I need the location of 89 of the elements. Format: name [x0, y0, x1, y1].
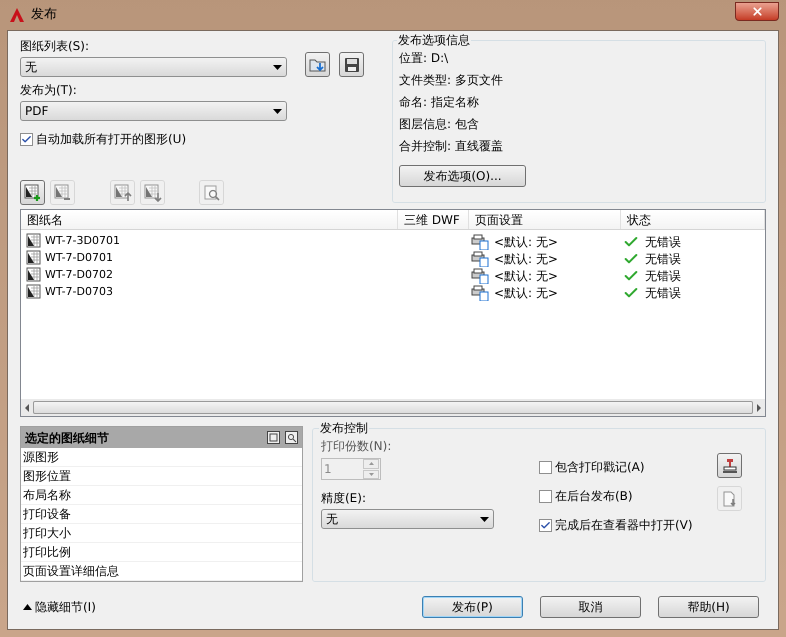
- checkbox[interactable]: [539, 490, 552, 502]
- horizontal-scrollbar[interactable]: [21, 399, 765, 416]
- sheet-name: WT-7-3D0701: [45, 233, 120, 250]
- sheet-down-icon: [144, 184, 162, 202]
- detail-item: 页面设置详细信息: [21, 562, 302, 581]
- up-icon: [368, 462, 374, 466]
- triangle-up-icon: [23, 604, 32, 610]
- detail-item: 源图形: [21, 448, 302, 467]
- checkbox-label: 包含打印戳记(A): [555, 459, 645, 476]
- add-sheet-icon: [24, 184, 42, 202]
- stamp-settings-button[interactable]: [717, 453, 742, 478]
- save-list-button[interactable]: [339, 52, 364, 77]
- details-title: 选定的图纸细节: [25, 430, 110, 446]
- detail-item: 打印大小: [21, 524, 302, 543]
- dropdown[interactable]: 无: [321, 509, 494, 529]
- checkbox-label: 完成后在查看器中打开(V): [555, 517, 693, 534]
- load-list-button[interactable]: [305, 52, 330, 77]
- remove-sheet-icon: [54, 184, 72, 202]
- sheet-up-icon: [114, 184, 132, 202]
- info-line: 命名: 指定名称: [399, 94, 480, 111]
- close-button[interactable]: [735, 2, 779, 20]
- group-title: 发布选项信息: [397, 32, 471, 49]
- save-icon: [344, 56, 360, 72]
- move-up-button[interactable]: [110, 180, 135, 205]
- detail-item: 打印设备: [21, 505, 302, 524]
- preview-icon: [285, 431, 298, 444]
- window-icon: [267, 431, 280, 444]
- preview-button[interactable]: [199, 180, 224, 205]
- page-setup-cell-text: <默认: 无>: [494, 284, 558, 302]
- magnifier-icon: [204, 184, 220, 200]
- page-setup-icon: [470, 284, 490, 300]
- scroll-thumb[interactable]: [33, 401, 753, 414]
- export-button[interactable]: [717, 486, 742, 511]
- checkbox-label: 在后台发布(B): [555, 488, 633, 505]
- info-line: 位置: D:\: [399, 50, 450, 67]
- close-icon: [750, 4, 764, 18]
- file-down-icon: [722, 490, 738, 506]
- field-label: 图纸列表(S):: [20, 38, 90, 55]
- detail-item: 打印比例: [21, 543, 302, 562]
- folder-arrow-icon: [308, 56, 326, 72]
- remove-sheet-button[interactable]: [50, 180, 75, 205]
- page-setup-cell-text: <默认: 无>: [494, 268, 558, 284]
- field-label: 发布为(T):: [20, 82, 78, 99]
- info-line: 文件类型: 多页文件: [399, 72, 504, 89]
- caret-icon: [273, 64, 282, 70]
- status-cell-text: 无错误: [645, 284, 681, 302]
- info-line: 图层信息: 包含: [399, 116, 480, 133]
- page-setup-cell-text: <默认: 无>: [494, 250, 558, 268]
- status-cell-text: 无错误: [645, 268, 681, 284]
- hide-details-link[interactable]: 隐藏细节(I): [35, 598, 96, 616]
- dropdown[interactable]: PDF: [20, 101, 287, 121]
- checkbox[interactable]: [539, 460, 552, 474]
- page-setup-icon: [470, 250, 490, 266]
- status-cell-text: 无错误: [645, 250, 681, 268]
- info-line: 合并控制: 直线覆盖: [399, 138, 504, 155]
- checkbox[interactable]: [539, 518, 552, 532]
- dropdown[interactable]: 无: [20, 57, 287, 77]
- sheet-name: WT-7-D0701: [45, 250, 113, 266]
- scroll-left-icon: [23, 404, 31, 412]
- move-down-button[interactable]: [140, 180, 165, 205]
- sheet-name: WT-7-D0702: [45, 267, 113, 284]
- logo-icon: [9, 7, 25, 23]
- column-header[interactable]: 页面设置: [469, 210, 621, 229]
- publish-options-button[interactable]: 发布选项(O)...: [399, 165, 526, 187]
- column-header[interactable]: 图纸名: [21, 210, 398, 229]
- checkbox-label: 自动加载所有打开的图形(U): [36, 131, 186, 148]
- caret-icon: [480, 516, 489, 522]
- dialog-button[interactable]: 取消: [540, 596, 641, 618]
- checkbox[interactable]: [20, 132, 33, 146]
- status-cell-text: 无错误: [645, 234, 681, 250]
- scroll-right-icon: [755, 404, 763, 412]
- down-icon: [368, 472, 374, 476]
- group-title: 发布控制: [319, 420, 369, 437]
- window-title: 发布: [31, 6, 57, 24]
- page-setup-icon: [470, 234, 490, 250]
- detail-item: 图形位置: [21, 467, 302, 486]
- stamp-icon: [722, 458, 738, 474]
- field-label: 精度(E):: [321, 490, 367, 507]
- column-header[interactable]: 状态: [621, 210, 765, 229]
- caret-icon: [273, 108, 282, 114]
- page-setup-cell-text: <默认: 无>: [494, 234, 558, 250]
- page-setup-icon: [470, 268, 490, 284]
- dialog-button[interactable]: 帮助(H): [658, 596, 759, 618]
- detail-item: 布局名称: [21, 486, 302, 505]
- sheet-name: WT-7-D0703: [45, 284, 113, 300]
- column-header[interactable]: 三维 DWF: [398, 210, 469, 229]
- field-label: 打印份数(N):: [321, 438, 392, 455]
- add-sheet-button[interactable]: [20, 180, 45, 205]
- dialog-button[interactable]: 发布(P): [422, 596, 523, 618]
